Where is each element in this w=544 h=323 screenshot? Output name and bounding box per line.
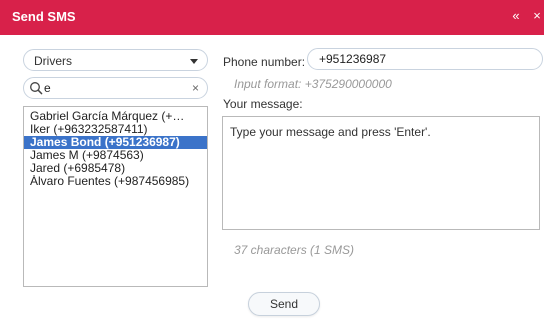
contact-list[interactable]: Gabriel García Márquez (+… Iker (+963232… — [23, 106, 208, 287]
search-icon — [30, 82, 43, 95]
list-item[interactable]: Gabriel García Márquez (+… — [24, 110, 207, 123]
character-counter: 37 characters (1 SMS) — [234, 243, 355, 257]
list-item[interactable]: Jared (+6985478) — [24, 162, 207, 175]
chevron-down-icon — [190, 59, 198, 64]
close-icon[interactable]: × — [530, 8, 544, 24]
collapse-icon[interactable]: « — [509, 8, 523, 24]
search-input[interactable] — [44, 80, 184, 96]
group-select-value: Drivers — [34, 54, 72, 68]
list-item[interactable]: James M (+9874563) — [24, 149, 207, 162]
clear-icon[interactable]: × — [192, 81, 199, 95]
title-bar: Send SMS « × — [0, 0, 544, 35]
phone-field[interactable] — [307, 48, 543, 70]
phone-format-hint: Input format: +375290000000 — [234, 77, 392, 91]
send-button[interactable]: Send — [248, 292, 320, 316]
group-select[interactable]: Drivers — [23, 49, 208, 71]
message-textarea[interactable]: Type your message and press 'Enter'. — [222, 116, 540, 230]
list-item[interactable]: Iker (+963232587411) — [24, 123, 207, 136]
phone-label: Phone number: — [223, 55, 306, 69]
list-item[interactable]: Álvaro Fuentes (+987456985) — [24, 175, 207, 188]
window-title: Send SMS — [12, 9, 76, 24]
contact-search: × — [23, 77, 208, 99]
message-label: Your message: — [223, 97, 303, 111]
list-item-selected[interactable]: James Bond (+951236987) — [24, 136, 207, 149]
